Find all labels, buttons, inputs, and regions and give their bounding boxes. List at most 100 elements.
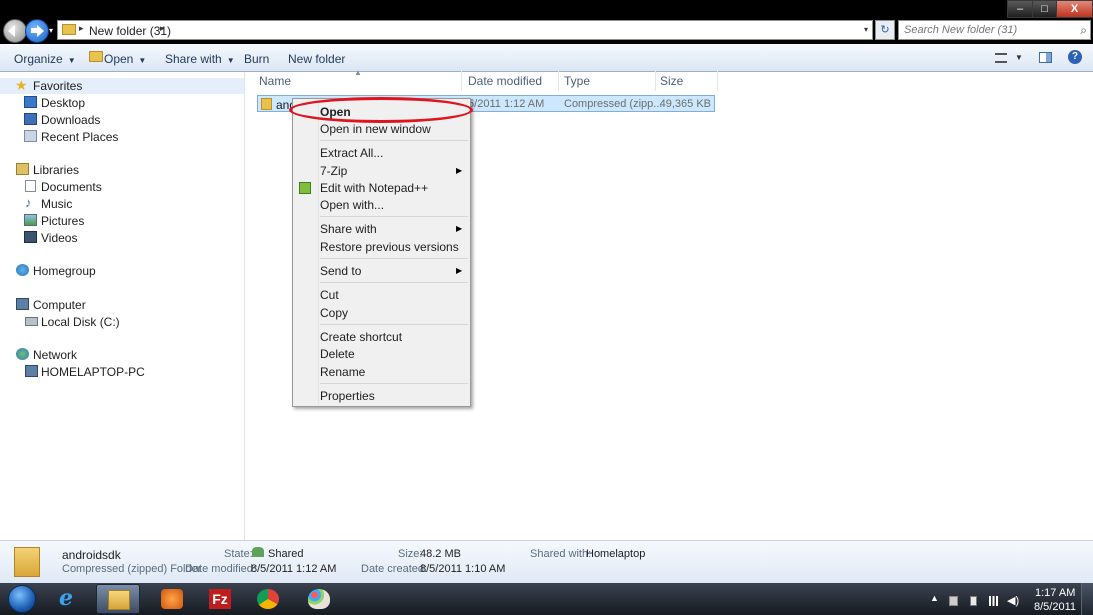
forward-button[interactable] — [25, 19, 49, 43]
chrome-icon — [257, 589, 279, 609]
share-with-button[interactable]: Share with ▼ — [165, 52, 235, 66]
nav-item-label: Homegroup — [33, 264, 96, 278]
menu-item-open-new-window[interactable]: Open in new window — [320, 122, 431, 136]
menu-separator — [320, 258, 468, 259]
maximize-button[interactable]: □ — [1032, 0, 1057, 18]
battery-icon[interactable] — [970, 596, 977, 606]
close-button[interactable]: X — [1056, 0, 1093, 18]
menu-item-properties[interactable]: Properties — [320, 389, 375, 403]
nav-item-computer[interactable]: Computer — [0, 297, 244, 313]
column-header-date-modified[interactable]: Date modified — [468, 74, 542, 88]
menu-item-copy[interactable]: Copy — [320, 306, 348, 320]
nav-item-local-disk[interactable]: Local Disk (C:) — [0, 314, 244, 330]
back-button[interactable] — [3, 19, 27, 43]
new-folder-button[interactable]: New folder — [288, 52, 345, 66]
downloads-icon — [24, 113, 37, 125]
address-bar[interactable]: ▸ New folder (31) ▸ ▾ — [57, 20, 873, 40]
address-dropdown-icon[interactable]: ▾ — [864, 25, 868, 34]
menu-item-create-shortcut[interactable]: Create shortcut — [320, 330, 402, 344]
nav-item-label: Recent Places — [41, 130, 119, 144]
address-path[interactable]: New folder (31) — [89, 24, 171, 38]
volume-icon[interactable]: ◀) — [1007, 594, 1019, 607]
nav-item-libraries[interactable]: Libraries — [0, 162, 244, 178]
menu-item-cut[interactable]: Cut — [320, 288, 339, 302]
highlight-annotation-ellipse — [289, 97, 473, 123]
taskbar-chrome[interactable] — [246, 584, 290, 614]
search-input[interactable] — [904, 22, 1069, 38]
open-button[interactable]: Open ▼ — [104, 52, 146, 66]
column-header-size[interactable]: Size — [660, 74, 683, 88]
menu-item-7zip[interactable]: 7-Zip — [320, 164, 347, 178]
usb-icon[interactable] — [949, 596, 958, 606]
menu-separator — [320, 140, 468, 141]
network-tray-icon[interactable] — [989, 596, 998, 606]
search-box[interactable]: ⌕ — [898, 20, 1091, 40]
organize-button[interactable]: Organize ▼ — [14, 52, 76, 66]
minimize-button[interactable]: – — [1007, 0, 1033, 18]
star-icon: ★ — [15, 77, 28, 93]
nav-item-desktop[interactable]: Desktop — [0, 95, 244, 111]
column-header-name[interactable]: Name — [259, 74, 291, 88]
column-divider[interactable] — [655, 71, 656, 91]
breadcrumb-chevron-icon[interactable]: ▸ — [79, 23, 84, 34]
homegroup-icon — [16, 264, 29, 276]
menu-item-share-with[interactable]: Share with — [320, 222, 377, 236]
nav-item-label: Computer — [33, 298, 86, 312]
submenu-arrow-icon: ▶ — [456, 166, 463, 175]
taskbar-windows-explorer[interactable] — [96, 584, 140, 614]
show-hidden-icons-icon[interactable]: ▲ — [930, 593, 939, 603]
details-date-modified-label: Date modified: — [185, 563, 256, 575]
media-player-icon — [161, 589, 183, 609]
zip-folder-icon — [14, 547, 40, 577]
dropdown-arrow-icon: ▼ — [138, 56, 147, 65]
nav-item-videos[interactable]: Videos — [0, 230, 244, 246]
paint-icon — [308, 589, 330, 609]
nav-item-favorites[interactable]: ★ Favorites — [0, 77, 244, 94]
search-icon[interactable]: ⌕ — [1080, 23, 1087, 38]
details-state-value: Shared — [268, 548, 304, 560]
nav-item-network[interactable]: Network — [0, 347, 244, 363]
show-desktop-button[interactable] — [1081, 583, 1093, 615]
nav-item-homegroup[interactable]: Homegroup — [0, 263, 244, 279]
taskbar-internet-explorer[interactable]: e — [48, 584, 92, 614]
burn-button[interactable]: Burn — [244, 52, 269, 66]
nav-item-label: Favorites — [33, 79, 83, 93]
drive-icon — [25, 317, 38, 326]
taskbar-paint[interactable] — [297, 584, 341, 614]
nav-item-homelaptop-pc[interactable]: HOMELAPTOP-PC — [0, 364, 244, 380]
preview-pane-icon[interactable] — [1039, 52, 1052, 63]
menu-item-edit-notepad[interactable]: Edit with Notepad++ — [320, 181, 428, 195]
notepad-plus-plus-icon — [299, 182, 311, 194]
menu-item-restore-versions[interactable]: Restore previous versions — [320, 240, 459, 254]
nav-item-downloads[interactable]: Downloads — [0, 112, 244, 128]
nav-item-recent-places[interactable]: Recent Places — [0, 129, 244, 145]
menu-item-open-with[interactable]: Open with... — [320, 198, 384, 212]
change-view-icon[interactable] — [995, 53, 1007, 63]
menu-item-extract-all[interactable]: Extract All... — [320, 146, 383, 160]
column-divider[interactable] — [558, 71, 559, 91]
nav-item-label: Local Disk (C:) — [41, 315, 120, 329]
recent-places-icon — [24, 130, 37, 142]
nav-item-pictures[interactable]: Pictures — [0, 213, 244, 229]
column-divider[interactable] — [717, 71, 718, 91]
file-size: 49,365 KB — [659, 98, 711, 110]
nav-item-documents[interactable]: Documents — [0, 179, 244, 195]
taskbar-media-player[interactable] — [150, 584, 194, 614]
nav-item-music[interactable]: ♪ Music — [0, 195, 244, 212]
folder-icon — [62, 24, 76, 35]
clock-date[interactable]: 8/5/2011 — [1034, 601, 1076, 613]
menu-item-delete[interactable]: Delete — [320, 347, 355, 361]
breadcrumb-chevron-icon[interactable]: ▸ — [160, 23, 165, 34]
shared-users-icon — [252, 547, 264, 557]
help-icon[interactable]: ? — [1068, 50, 1082, 64]
menu-item-send-to[interactable]: Send to — [320, 264, 361, 278]
column-header-type[interactable]: Type — [564, 74, 590, 88]
start-button[interactable] — [2, 583, 40, 615]
menu-item-rename[interactable]: Rename — [320, 365, 365, 379]
taskbar-filezilla[interactable]: Fz — [198, 584, 242, 614]
column-divider[interactable] — [461, 71, 462, 91]
refresh-button[interactable]: ↻ — [875, 20, 895, 40]
clock-time[interactable]: 1:17 AM — [1035, 587, 1075, 599]
recent-pages-dropdown-icon[interactable]: ▾ — [49, 27, 57, 35]
view-dropdown-icon[interactable]: ▼ — [1015, 53, 1023, 62]
